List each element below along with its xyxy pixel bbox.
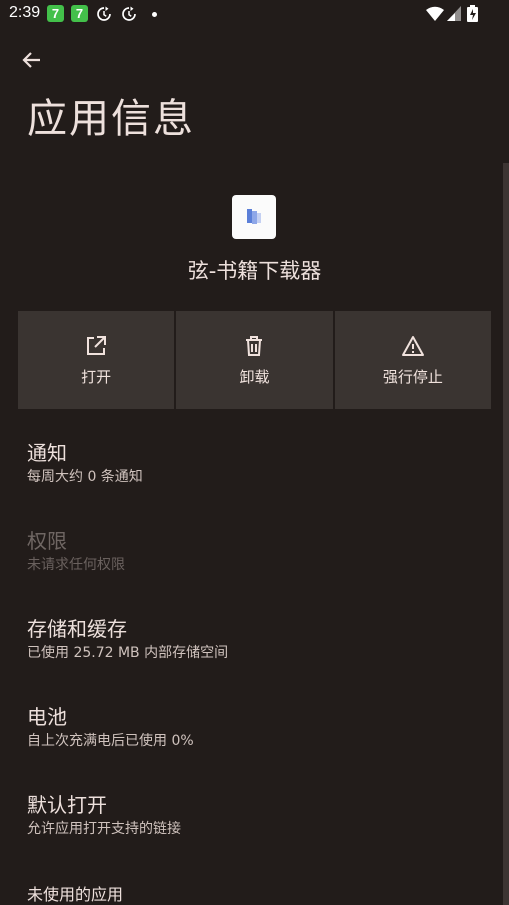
section-header: 未使用的应用 (27, 885, 124, 904)
back-arrow-icon[interactable] (18, 46, 46, 74)
setting-title: 电池 (27, 705, 67, 729)
permissions-setting: 权限 未请求任何权限 (27, 528, 125, 575)
open-button[interactable]: 打开 (18, 311, 175, 409)
sync-icon (122, 6, 136, 21)
setting-subtitle: 允许应用打开支持的链接 (27, 821, 181, 837)
page-title: 应用信息 (27, 96, 195, 142)
book-icon (247, 209, 261, 224)
setting-subtitle: 每周大约 0 条通知 (27, 469, 143, 485)
status-time: 2:39 (9, 4, 41, 21)
signal-icon (447, 6, 461, 21)
uninstall-label: 卸载 (239, 367, 270, 386)
battery-setting[interactable]: 电池 自上次充满电后已使用 0% (27, 704, 194, 751)
setting-title: 权限 (27, 529, 67, 553)
setting-subtitle: 已使用 25.72 MB 内部存储空间 (27, 645, 229, 661)
uninstall-button[interactable]: 卸载 (176, 311, 333, 409)
setting-subtitle: 未请求任何权限 (27, 557, 125, 573)
app-actions: 打开 卸载 强行停止 (18, 311, 491, 409)
open-label: 打开 (81, 367, 112, 386)
notifications-setting[interactable]: 通知 每周大约 0 条通知 (27, 440, 143, 487)
app-name: 弦-书籍下载器 (187, 259, 322, 283)
wifi-icon (426, 6, 444, 21)
setting-title: 通知 (27, 441, 67, 465)
trash-icon (246, 335, 263, 356)
status-bar: 2:39 7 7 (0, 0, 509, 28)
warning-icon (401, 335, 424, 356)
open-by-default-setting[interactable]: 默认打开 允许应用打开支持的链接 (27, 792, 181, 839)
open-external-icon (87, 335, 107, 355)
setting-title: 默认打开 (27, 793, 107, 817)
more-notifications-icon (152, 12, 157, 17)
setting-title: 存储和缓存 (27, 617, 127, 641)
battery-icon (467, 5, 478, 22)
storage-cache-setting[interactable]: 存储和缓存 已使用 25.72 MB 内部存储空间 (27, 616, 228, 663)
force-stop-button[interactable]: 强行停止 (334, 311, 491, 409)
app-notification-icon: 7 (71, 5, 88, 22)
app-icon (232, 195, 276, 239)
unused-apps-setting[interactable]: 未使用的应用 (27, 884, 123, 905)
app-notification-icon: 7 (47, 5, 64, 22)
sync-icon (97, 6, 111, 21)
setting-subtitle: 自上次充满电后已使用 0% (27, 733, 194, 749)
force-stop-label: 强行停止 (382, 367, 443, 386)
